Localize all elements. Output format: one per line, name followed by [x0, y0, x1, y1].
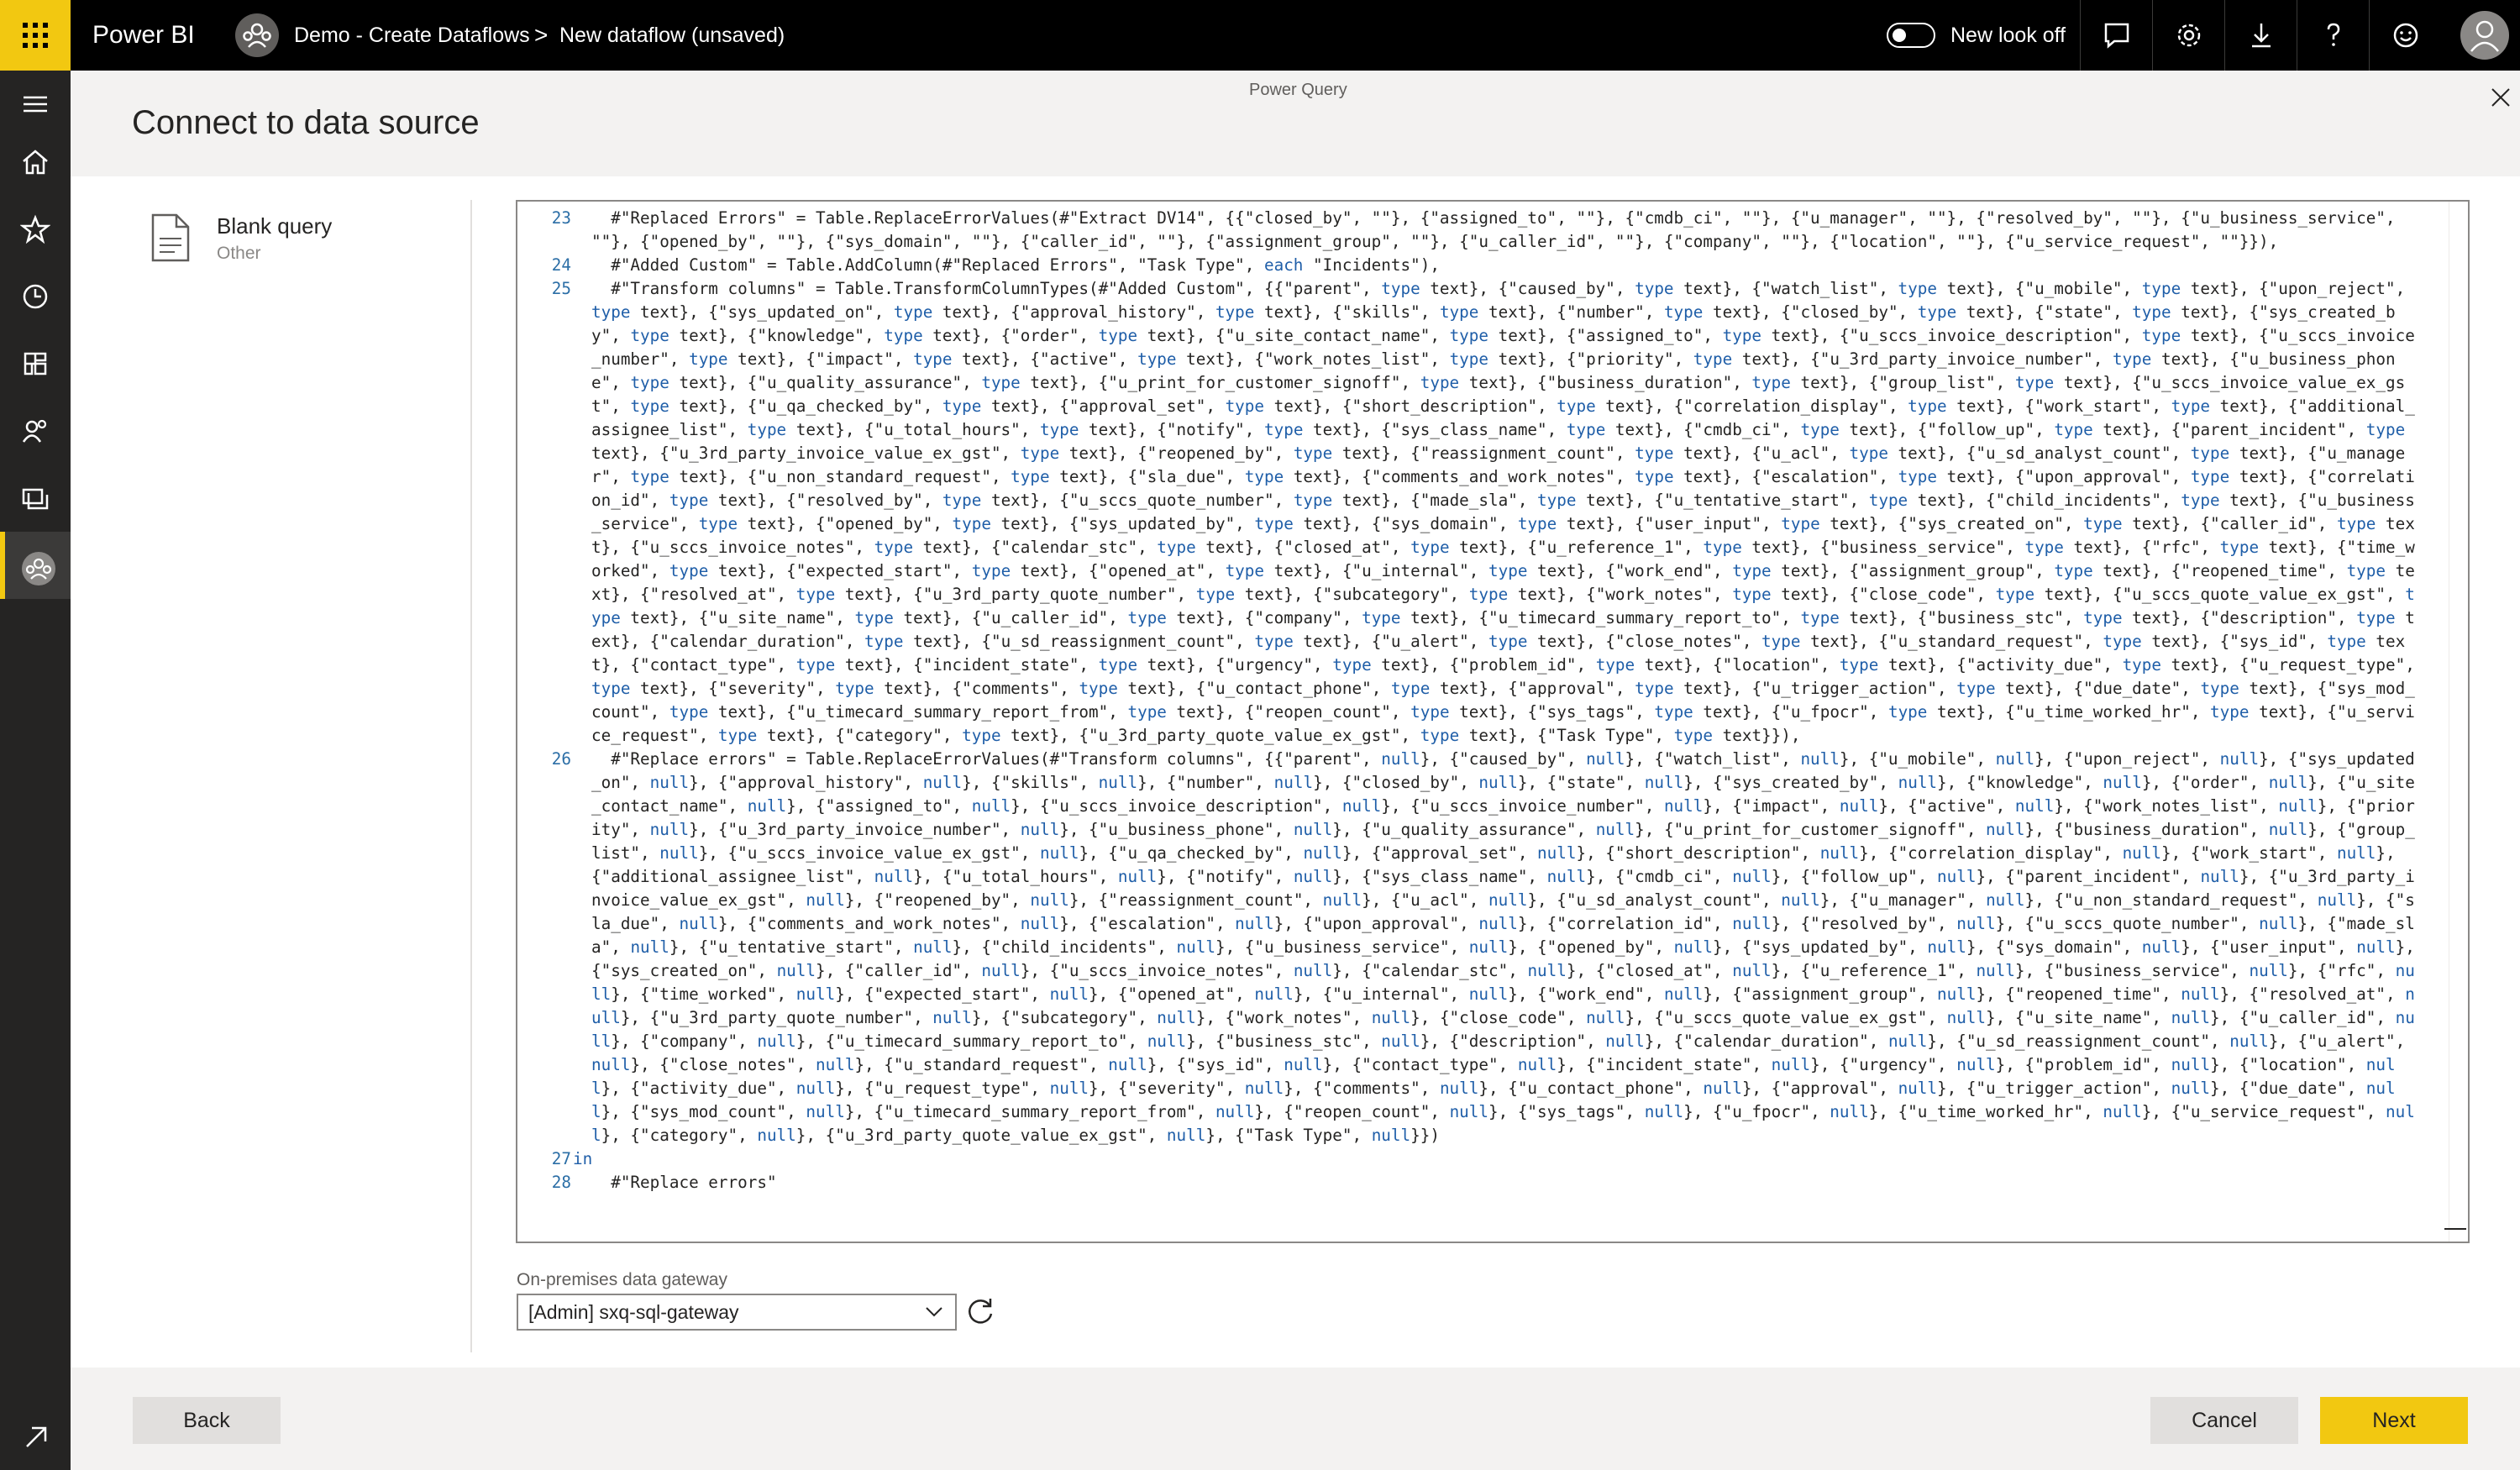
- clock-icon: [23, 284, 48, 309]
- line-number: 23: [551, 208, 571, 228]
- code-text: #"Added Custom" = Table.AddColumn(#"Repl…: [591, 255, 1440, 275]
- help-icon: [2327, 23, 2340, 46]
- nav-recent[interactable]: [0, 263, 71, 330]
- code-line: 25 #"Transform columns" = Table.Transfor…: [517, 277, 2449, 748]
- hamburger-icon: [24, 96, 47, 113]
- settings-button[interactable]: [2152, 0, 2224, 71]
- code-line: 24 #"Added Custom" = Table.AddColumn(#"R…: [517, 254, 2449, 277]
- code-text: #"Replace errors" = Table.ReplaceErrorVa…: [591, 749, 2425, 1145]
- gear-icon: [2177, 24, 2201, 47]
- user-icon: [2460, 11, 2509, 60]
- source-category: Other: [217, 244, 261, 263]
- feedback-button[interactable]: [2080, 0, 2152, 71]
- line-number: 24: [551, 255, 571, 275]
- query-editor[interactable]: 23 #"Replaced Errors" = Table.ReplaceErr…: [516, 200, 2470, 1243]
- smiley-icon: [2393, 23, 2418, 48]
- cancel-button[interactable]: Cancel: [2150, 1397, 2298, 1444]
- left-nav: [0, 71, 71, 1470]
- line-number: 28: [551, 1173, 571, 1192]
- app-brand[interactable]: Power BI: [92, 0, 195, 71]
- dialog-title: Connect to data source: [132, 104, 480, 141]
- code-area[interactable]: 23 #"Replaced Errors" = Table.ReplaceErr…: [517, 207, 2449, 1194]
- code-text: #"Replace errors": [591, 1173, 777, 1192]
- line-number: 27: [551, 1149, 571, 1168]
- next-button[interactable]: Next: [2320, 1397, 2468, 1444]
- blank-query-icon: [150, 213, 193, 262]
- code-line: 27 in: [517, 1147, 2449, 1171]
- gateway-label: On-premises data gateway: [517, 1270, 727, 1289]
- expand-arrow-icon: [26, 1426, 47, 1447]
- nav-shared[interactable]: [0, 397, 71, 465]
- editor-scrollbar[interactable]: [2449, 202, 2468, 1242]
- account-button[interactable]: [2449, 0, 2520, 71]
- close-dialog-button[interactable]: [2491, 87, 2511, 108]
- workspace-avatar-icon: [235, 13, 279, 57]
- app-launcher-button[interactable]: [0, 0, 71, 71]
- chevron-down-icon: [926, 1307, 942, 1317]
- nav-expand-button[interactable]: [0, 1404, 71, 1470]
- nav-collapse-button[interactable]: [0, 71, 71, 138]
- download-icon: [2252, 24, 2271, 48]
- people-icon: [22, 419, 47, 443]
- code-line: 23 #"Replaced Errors" = Table.ReplaceErr…: [517, 207, 2449, 254]
- apps-icon: [24, 352, 47, 375]
- close-icon: [2491, 88, 2510, 107]
- code-line: 26 #"Replace errors" = Table.ReplaceErro…: [517, 748, 2449, 1147]
- gateway-select-value: [Admin] sxq-sql-gateway: [528, 1301, 739, 1323]
- breadcrumb-separator: >: [534, 22, 549, 48]
- nav-apps[interactable]: [0, 330, 71, 397]
- line-number: 26: [551, 749, 571, 769]
- new-look-toggle-label: New look off: [1950, 24, 2066, 47]
- home-icon: [23, 150, 48, 175]
- star-icon: [20, 214, 50, 244]
- nav-home[interactable]: [0, 129, 71, 196]
- code-text: in: [573, 1149, 593, 1168]
- panel-divider: [470, 200, 472, 1352]
- line-number: 25: [551, 279, 571, 298]
- refresh-gateway-button[interactable]: [964, 1296, 996, 1328]
- top-bar: Power BI Demo - Create Dataflows > New d…: [0, 0, 2520, 71]
- feedback-smiley-button[interactable]: [2369, 0, 2441, 71]
- chat-icon: [2104, 23, 2129, 49]
- nav-workspaces[interactable]: [0, 465, 71, 532]
- workspace-active-icon: [22, 552, 55, 585]
- code-text: #"Transform columns" = Table.TransformCo…: [591, 279, 2425, 745]
- code-text: #"Replaced Errors" = Table.ReplaceErrorV…: [591, 208, 2406, 251]
- nav-favorites[interactable]: [0, 196, 71, 263]
- refresh-icon: [969, 1299, 993, 1324]
- nav-current-workspace[interactable]: [0, 532, 71, 599]
- toggle-knob: [1893, 29, 1906, 42]
- breadcrumb-dataflow: New dataflow (unsaved): [559, 24, 785, 47]
- breadcrumb-workspace[interactable]: Demo - Create Dataflows: [294, 0, 530, 71]
- power-query-title: Power Query: [1249, 81, 1347, 99]
- gateway-select[interactable]: [Admin] sxq-sql-gateway: [517, 1294, 957, 1331]
- workspaces-icon: [22, 488, 49, 510]
- waffle-icon: [23, 23, 48, 48]
- help-button[interactable]: [2297, 0, 2369, 71]
- new-look-toggle[interactable]: [1887, 23, 1935, 48]
- back-button[interactable]: Back: [133, 1397, 281, 1444]
- source-name: Blank query: [217, 213, 333, 239]
- editor-resize-handle[interactable]: [2444, 1228, 2466, 1230]
- download-button[interactable]: [2224, 0, 2297, 71]
- code-line: 28 #"Replace errors": [517, 1171, 2449, 1194]
